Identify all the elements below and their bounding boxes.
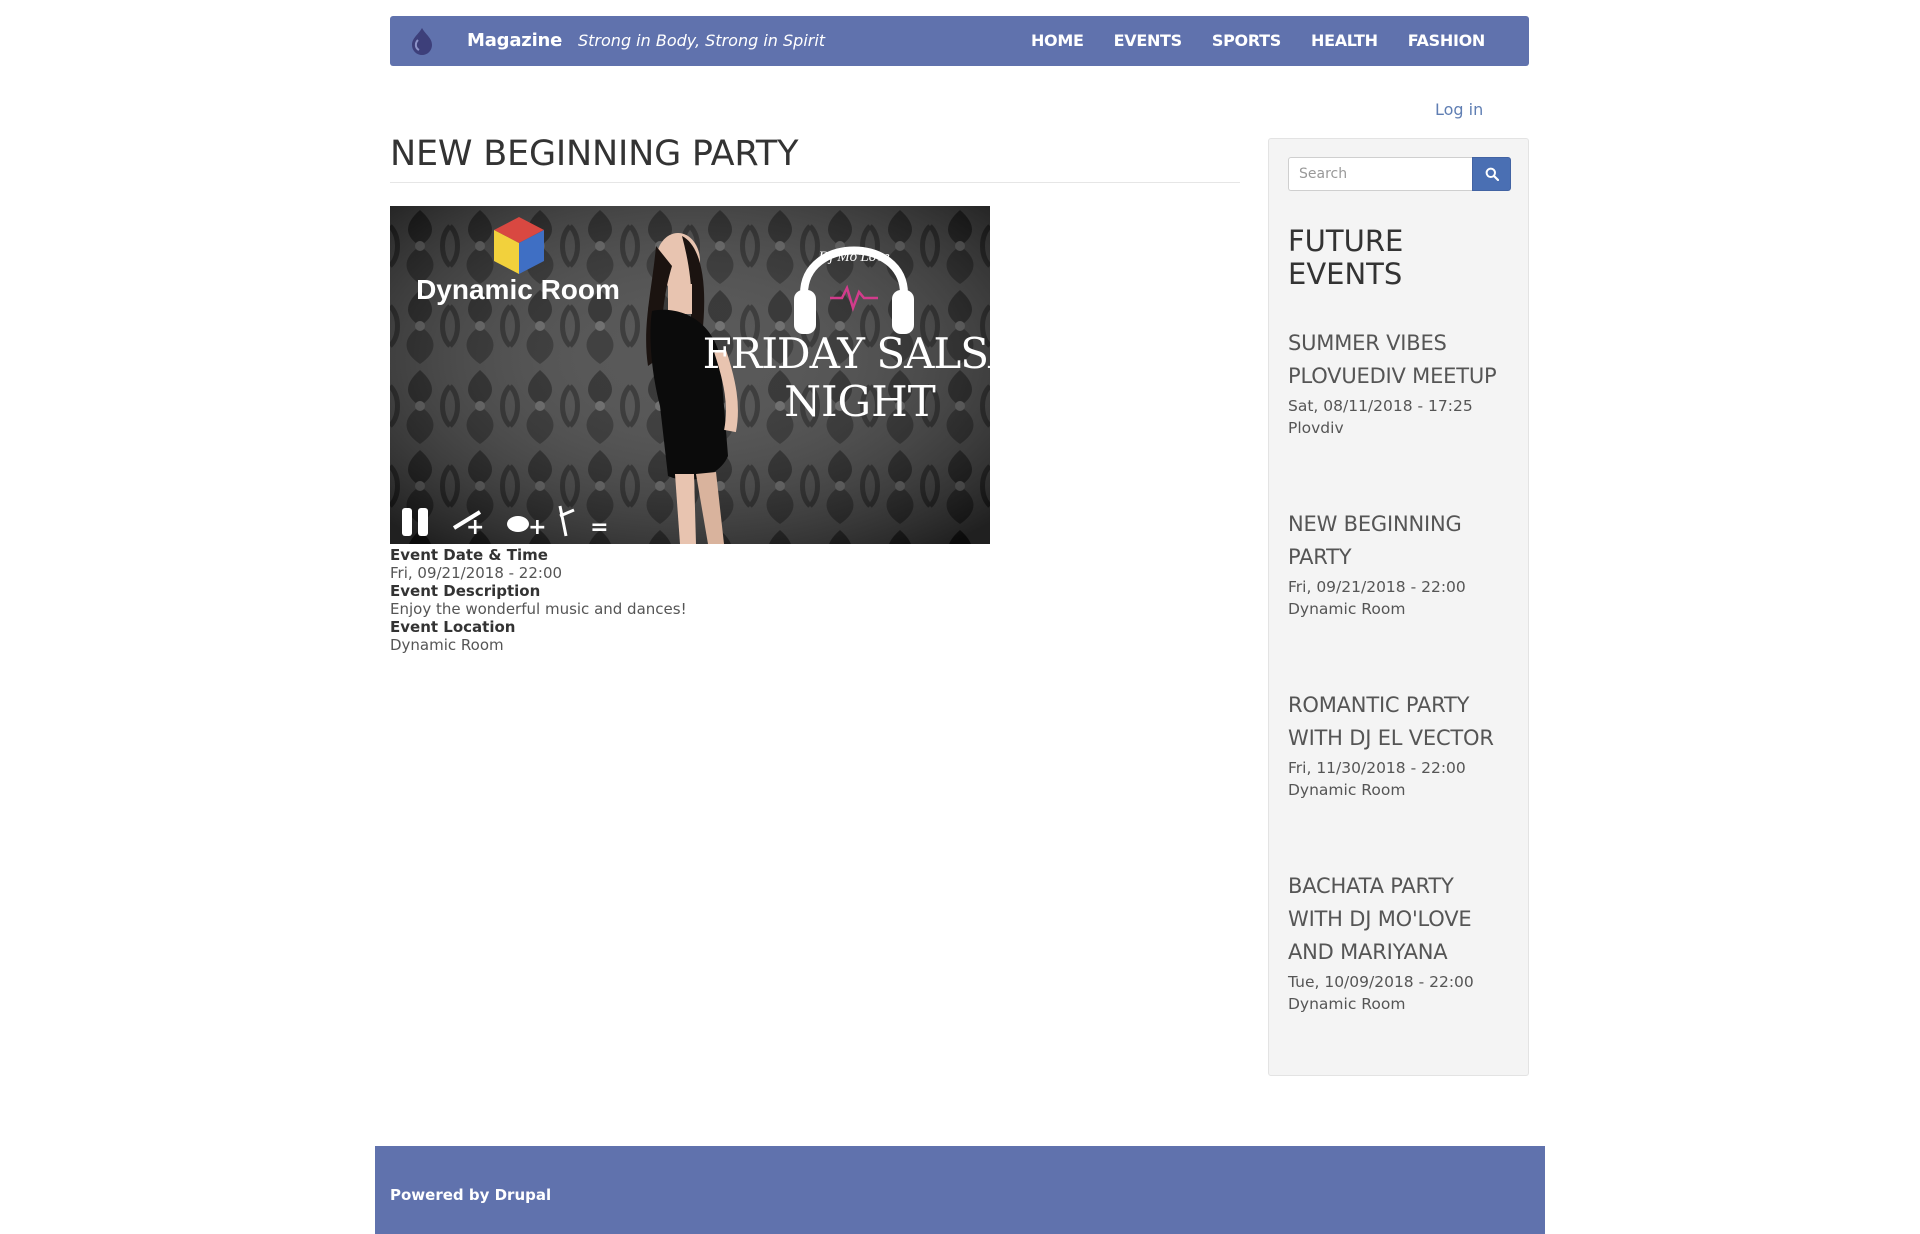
- nav-item-sports: SPORTS: [1212, 16, 1281, 66]
- event-date: Fri, 09/21/2018 - 22:00: [1288, 578, 1466, 596]
- list-item: NEW BEGINNING PARTY Fri, 09/21/2018 - 22…: [1288, 508, 1513, 620]
- site-name-link[interactable]: Magazine: [467, 16, 562, 66]
- search-icon: [1485, 167, 1499, 181]
- top-navbar: Magazine Strong in Body, Strong in Spiri…: [390, 16, 1529, 66]
- event-description-value: Enjoy the wonderful music and dances!: [390, 600, 687, 618]
- event-title-link[interactable]: SUMMER VIBES PLOVUEDIV MEETUP: [1288, 327, 1513, 393]
- sidebar: FUTURE EVENTS SUMMER VIBES PLOVUEDIV MEE…: [1268, 138, 1529, 1076]
- image-headline-line2: NIGHT: [784, 377, 936, 426]
- event-location-value: Dynamic Room: [390, 636, 504, 654]
- image-dj-text: Dj Mo'Love: [817, 249, 889, 265]
- site-slogan: Strong in Body, Strong in Spirit: [578, 31, 826, 50]
- event-description-label: Event Description: [390, 582, 541, 600]
- search-input[interactable]: [1288, 157, 1472, 191]
- search-form: [1288, 157, 1511, 191]
- future-events-title: FUTURE EVENTS: [1288, 224, 1404, 291]
- site-footer: Powered by Drupal: [375, 1146, 1545, 1234]
- event-date: Sat, 08/11/2018 - 17:25: [1288, 397, 1473, 415]
- page-title: NEW BEGINNING PARTY: [390, 134, 1240, 183]
- nav-item-fashion: FASHION: [1408, 16, 1486, 66]
- nav-link-events[interactable]: EVENTS: [1114, 31, 1183, 50]
- event-date: Fri, 11/30/2018 - 22:00: [1288, 759, 1466, 777]
- nav-link-health[interactable]: HEALTH: [1311, 31, 1378, 50]
- list-item: BACHATA PARTY WITH DJ MO'LOVE AND MARIYA…: [1288, 870, 1513, 1015]
- event-location-label: Event Location: [390, 618, 516, 636]
- login-link[interactable]: Log in: [1435, 100, 1483, 119]
- event-title-link[interactable]: ROMANTIC PARTY WITH DJ EL VECTOR: [1288, 689, 1513, 755]
- event-image: Dynamic Room Dj Mo'Love FRIDAY SALSA NIG…: [390, 206, 990, 544]
- powered-by-drupal-link[interactable]: Powered by Drupal: [390, 1186, 551, 1204]
- search-button[interactable]: [1472, 157, 1511, 191]
- event-title-link[interactable]: NEW BEGINNING PARTY: [1288, 508, 1513, 574]
- nav-item-health: HEALTH: [1311, 16, 1378, 66]
- event-date-label: Event Date & Time: [390, 546, 548, 564]
- list-item: ROMANTIC PARTY WITH DJ EL VECTOR Fri, 11…: [1288, 689, 1513, 801]
- nav-link-sports[interactable]: SPORTS: [1212, 31, 1281, 50]
- nav-link-home[interactable]: HOME: [1031, 31, 1084, 50]
- event-location: Plovdiv: [1288, 419, 1344, 437]
- nav-item-events: EVENTS: [1114, 16, 1183, 66]
- event-title-link[interactable]: BACHATA PARTY WITH DJ MO'LOVE AND MARIYA…: [1288, 870, 1513, 969]
- image-venue-text: Dynamic Room: [416, 274, 620, 305]
- drupal-drop-icon[interactable]: [408, 26, 436, 56]
- image-headline-line1: FRIDAY SALSA: [703, 329, 990, 378]
- main-menu: HOME EVENTS SPORTS HEALTH FASHION: [1001, 16, 1485, 66]
- event-details: Event Date & Time Fri, 09/21/2018 - 22:0…: [390, 546, 687, 654]
- nav-item-home: HOME: [1031, 16, 1084, 66]
- event-location: Dynamic Room: [1288, 995, 1406, 1013]
- image-formula-text: + + =: [466, 515, 627, 540]
- list-item: SUMMER VIBES PLOVUEDIV MEETUP Sat, 08/11…: [1288, 327, 1513, 439]
- event-date-value: Fri, 09/21/2018 - 22:00: [390, 564, 563, 582]
- event-location: Dynamic Room: [1288, 781, 1406, 799]
- nav-link-fashion[interactable]: FASHION: [1408, 31, 1486, 50]
- event-location: Dynamic Room: [1288, 600, 1406, 618]
- event-date: Tue, 10/09/2018 - 22:00: [1288, 973, 1474, 991]
